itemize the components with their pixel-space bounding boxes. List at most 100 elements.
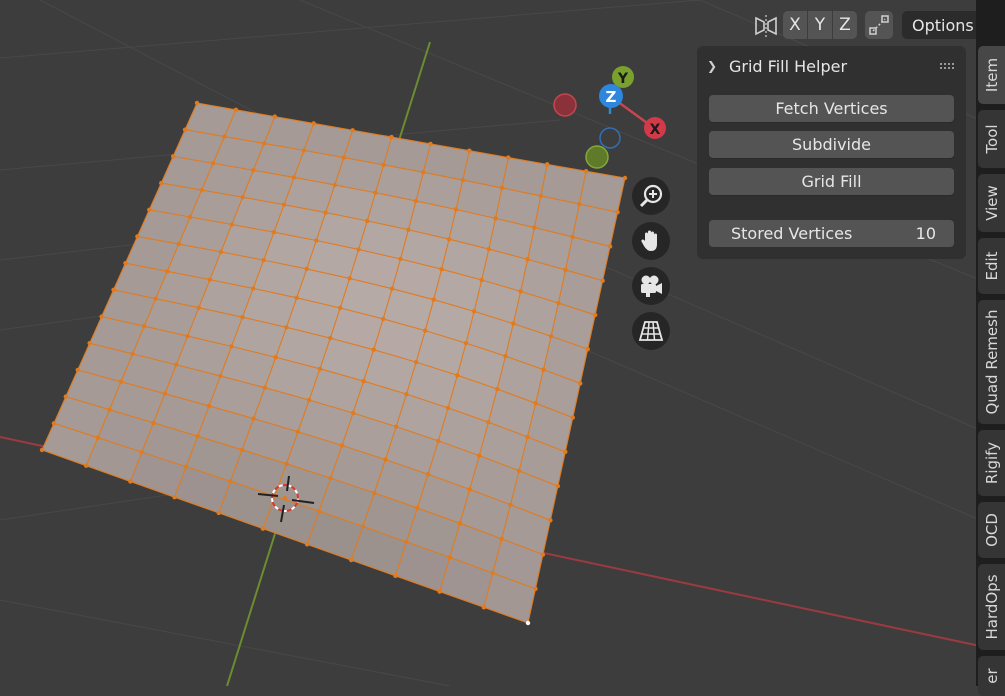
mesh-vertex[interactable] [111, 287, 116, 293]
drag-grip-icon[interactable] [940, 62, 956, 70]
projection-toggle-button[interactable] [632, 312, 670, 350]
mesh-vertex[interactable] [479, 277, 484, 283]
tab-ocd[interactable]: OCD [978, 502, 1005, 558]
mesh-vertex[interactable] [194, 100, 200, 106]
mesh-vertex[interactable] [332, 182, 338, 188]
mesh-vertex[interactable] [499, 185, 505, 191]
mesh-vertex[interactable] [153, 296, 158, 301]
mesh-vertex[interactable] [261, 141, 267, 146]
mesh-vertex[interactable] [216, 510, 221, 516]
mesh-vertex[interactable] [455, 373, 460, 378]
mesh-vertex[interactable] [555, 483, 561, 489]
mesh-vertex[interactable] [183, 464, 189, 469]
mesh-vertex[interactable] [431, 297, 436, 302]
mesh-vertex[interactable] [260, 526, 266, 531]
mesh-vertex[interactable] [295, 429, 301, 434]
mesh-vertex[interactable] [294, 295, 299, 301]
mesh-vertex[interactable] [174, 362, 179, 367]
mesh-vertex[interactable] [467, 148, 472, 153]
mesh-vertex[interactable] [301, 148, 307, 153]
mesh-vertex[interactable] [373, 190, 378, 195]
mesh-vertex[interactable] [107, 407, 112, 412]
mesh-vertex[interactable] [95, 435, 101, 440]
mesh-vertex[interactable] [406, 227, 411, 232]
mesh-vertex[interactable] [460, 177, 465, 183]
mesh-vertex[interactable] [525, 434, 530, 440]
tab-view[interactable]: View [978, 174, 1005, 232]
mesh-vertex[interactable] [457, 521, 463, 526]
mirror-z-button[interactable]: Z [833, 11, 857, 39]
mesh-vertex[interactable] [383, 457, 388, 462]
mesh-vertex[interactable] [445, 405, 451, 411]
mesh-vertex[interactable] [447, 555, 453, 560]
mesh-vertex[interactable] [518, 289, 523, 294]
mesh-vertex[interactable] [577, 201, 582, 207]
mesh-vertex[interactable] [541, 367, 546, 372]
subdivide-button[interactable]: Subdivide [709, 131, 954, 158]
tab-quad-remesh[interactable]: Quad Remesh [978, 300, 1005, 424]
mesh-vertex[interactable] [506, 155, 511, 160]
mesh-vertex[interactable] [240, 314, 245, 320]
mesh-vertex[interactable] [493, 216, 498, 221]
mesh-vertex[interactable] [548, 518, 553, 523]
mesh-vertex[interactable] [128, 479, 133, 484]
mesh-vertex[interactable] [494, 386, 500, 392]
mesh-vertex[interactable] [339, 443, 345, 448]
mesh-vertex[interactable] [570, 415, 575, 420]
mesh-vertex[interactable] [240, 195, 245, 200]
mesh-vertex[interactable] [304, 266, 309, 272]
mesh-vertex[interactable] [622, 175, 628, 181]
mesh-vertex[interactable] [350, 128, 355, 133]
mirror-icon[interactable] [753, 13, 779, 39]
mesh-vertex[interactable] [251, 168, 256, 173]
mesh-vertex[interactable] [436, 438, 441, 444]
navigation-gizmo[interactable]: Y Z X [550, 62, 670, 172]
mesh-vertex[interactable] [437, 589, 442, 594]
mesh-vertex[interactable] [218, 373, 223, 379]
mesh-vertex[interactable] [250, 286, 256, 291]
mesh-vertex[interactable] [185, 333, 190, 339]
mesh-vertex[interactable] [556, 300, 561, 306]
mesh-vertex[interactable] [306, 397, 312, 403]
mesh-vertex[interactable] [188, 214, 193, 220]
mesh-vertex[interactable] [317, 366, 323, 371]
mesh-vertex[interactable] [463, 340, 469, 346]
mesh-vertex[interactable] [139, 449, 145, 455]
mesh-vertex[interactable] [499, 536, 504, 542]
mesh-vertex[interactable] [328, 475, 333, 481]
mesh-vertex[interactable] [540, 552, 546, 557]
mesh-vertex[interactable] [314, 238, 319, 243]
mesh-vertex[interactable] [393, 424, 399, 429]
mesh-vertex[interactable] [413, 359, 419, 365]
mesh-vertex[interactable] [360, 524, 366, 529]
mesh-vertex[interactable] [316, 508, 322, 514]
mesh-vertex[interactable] [511, 321, 516, 326]
grid-fill-button[interactable]: Grid Fill [709, 168, 954, 195]
mesh-vertex[interactable] [229, 344, 234, 349]
mesh-vertex[interactable] [261, 257, 266, 263]
mesh-vertex[interactable] [421, 170, 426, 175]
mesh-vertex[interactable] [486, 246, 491, 252]
mesh-vertex[interactable] [439, 266, 444, 272]
mesh-vertex[interactable] [532, 225, 537, 230]
mesh-vertex[interactable] [165, 269, 170, 274]
mesh-vertex[interactable] [393, 573, 398, 579]
mesh-vertex[interactable] [544, 162, 550, 167]
mesh-vertex[interactable] [486, 419, 491, 425]
mesh-vertex[interactable] [398, 256, 403, 262]
mesh-vertex[interactable] [338, 305, 343, 311]
mesh-vertex[interactable] [207, 277, 213, 282]
tab-partial[interactable]: er [978, 656, 1005, 696]
mesh-vertex[interactable] [615, 210, 620, 215]
stored-vertices-field[interactable]: Stored Vertices 10 [709, 220, 954, 247]
mesh-vertex[interactable] [328, 335, 333, 341]
mesh-vertex[interactable] [347, 276, 352, 281]
mesh-vertex[interactable] [341, 155, 346, 160]
mesh-vertex[interactable] [206, 403, 212, 409]
mesh-vertex[interactable] [273, 355, 278, 360]
pan-button[interactable] [632, 222, 670, 260]
mesh-vertex[interactable] [380, 316, 386, 322]
mesh-vertex[interactable] [371, 347, 376, 352]
mesh-vertex[interactable] [123, 260, 128, 266]
mesh-vertex[interactable] [304, 542, 310, 547]
